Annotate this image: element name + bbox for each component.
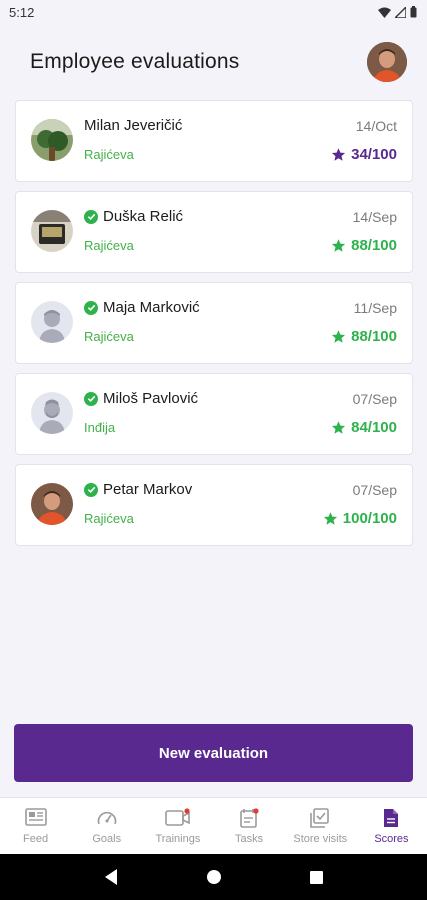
status-time: 5:12	[9, 4, 35, 20]
nav-item-store-visits[interactable]: Store visits	[285, 798, 356, 854]
name-row: Duška Relić	[84, 208, 183, 225]
name-row: Petar Markov	[84, 481, 192, 498]
evaluation-date: 14/Oct	[355, 118, 397, 134]
avatar	[31, 301, 73, 343]
employee-name: Petar Markov	[103, 481, 193, 498]
status-bar: 5:12	[0, 0, 427, 24]
score-value: 34/100	[351, 146, 397, 163]
employee-name: Miloš Pavlović	[103, 390, 199, 407]
nav-label: Feed	[23, 832, 49, 845]
star-icon	[323, 512, 337, 525]
evaluation-card[interactable]: Petar Markov Rajićeva 07/Sep 100/100	[15, 464, 413, 546]
nav-label: Store visits	[293, 832, 348, 845]
evaluation-score: 34/100	[331, 146, 397, 163]
evaluation-date: 07/Sep	[352, 391, 397, 407]
battery-icon	[410, 6, 417, 18]
evaluation-score: 88/100	[331, 328, 397, 345]
checklist-icon	[310, 807, 330, 828]
employee-location: Rajićeva	[84, 329, 134, 344]
evaluation-card[interactable]: Maja Marković Rajićeva 11/Sep 88/100	[15, 282, 413, 364]
verified-check-icon	[84, 209, 98, 224]
evaluation-card[interactable]: Duška Relić Rajićeva 14/Sep 88/100	[15, 191, 413, 273]
evaluation-date: 11/Sep	[353, 300, 397, 316]
employee-location: Rajićeva	[84, 147, 134, 162]
verified-check-icon	[84, 300, 98, 315]
score-value: 84/100	[351, 419, 397, 436]
calendar-icon	[240, 807, 259, 828]
verified-check-icon	[84, 391, 98, 406]
document-icon	[384, 808, 399, 827]
avatar	[31, 210, 73, 252]
nav-item-goals[interactable]: Goals	[71, 798, 142, 854]
gauge-icon	[97, 811, 117, 824]
nav-item-trainings[interactable]: Trainings	[142, 798, 213, 854]
score-value: 100/100	[342, 510, 397, 527]
nav-item-scores[interactable]: Scores	[356, 798, 427, 854]
bottom-nav: Feed Goals Trainings Tasks Store visits …	[0, 797, 427, 854]
star-icon	[332, 148, 346, 161]
back-icon[interactable]	[103, 868, 119, 886]
employee-location: Inđija	[84, 420, 116, 435]
video-icon	[165, 807, 190, 826]
home-icon[interactable]	[206, 869, 222, 885]
employee-location: Rajićeva	[84, 238, 134, 253]
name-row: Miloš Pavlović	[84, 390, 198, 407]
evaluation-card[interactable]: Miloš Pavlović Inđija 07/Sep 84/100	[15, 373, 413, 455]
score-value: 88/100	[351, 237, 397, 254]
evaluation-card[interactable]: Milan Jeveričić Rajićeva 14/Oct 34/100	[15, 100, 413, 182]
name-row: Maja Marković	[84, 299, 200, 316]
nav-label: Goals	[92, 832, 122, 845]
score-value: 88/100	[351, 328, 397, 345]
recents-icon[interactable]	[309, 870, 324, 885]
star-icon	[332, 239, 346, 252]
nav-item-tasks[interactable]: Tasks	[214, 798, 285, 854]
profile-avatar[interactable]	[367, 42, 407, 82]
evaluation-list: Milan Jeveričić Rajićeva 14/Oct 34/100 D…	[15, 100, 413, 555]
nav-label: Scores	[374, 832, 409, 845]
name-row: Milan Jeveričić	[84, 117, 182, 134]
evaluation-date: 14/Sep	[352, 209, 397, 225]
feed-icon	[24, 807, 47, 826]
evaluation-score: 100/100	[323, 510, 397, 527]
star-icon	[332, 421, 346, 434]
employee-name: Maja Marković	[103, 299, 200, 316]
avatar	[31, 392, 73, 434]
status-icons	[378, 6, 417, 18]
new-evaluation-button[interactable]: New evaluation	[14, 724, 413, 782]
employee-name: Duška Relić	[103, 208, 184, 225]
wifi-icon	[378, 7, 391, 18]
system-nav-bar	[0, 854, 427, 900]
avatar	[31, 483, 73, 525]
evaluation-score: 84/100	[331, 419, 397, 436]
nav-label: Trainings	[155, 832, 201, 845]
evaluation-date: 07/Sep	[352, 482, 397, 498]
page-title: Employee evaluations	[30, 50, 240, 73]
header: Employee evaluations	[0, 40, 427, 84]
evaluation-score: 88/100	[331, 237, 397, 254]
nav-label: Tasks	[235, 832, 264, 845]
employee-name: Milan Jeveričić	[84, 117, 183, 134]
verified-check-icon	[84, 482, 98, 497]
avatar	[31, 119, 73, 161]
nav-item-feed[interactable]: Feed	[0, 798, 71, 854]
signal-icon	[395, 6, 406, 18]
star-icon	[332, 330, 346, 343]
employee-location: Rajićeva	[84, 511, 134, 526]
